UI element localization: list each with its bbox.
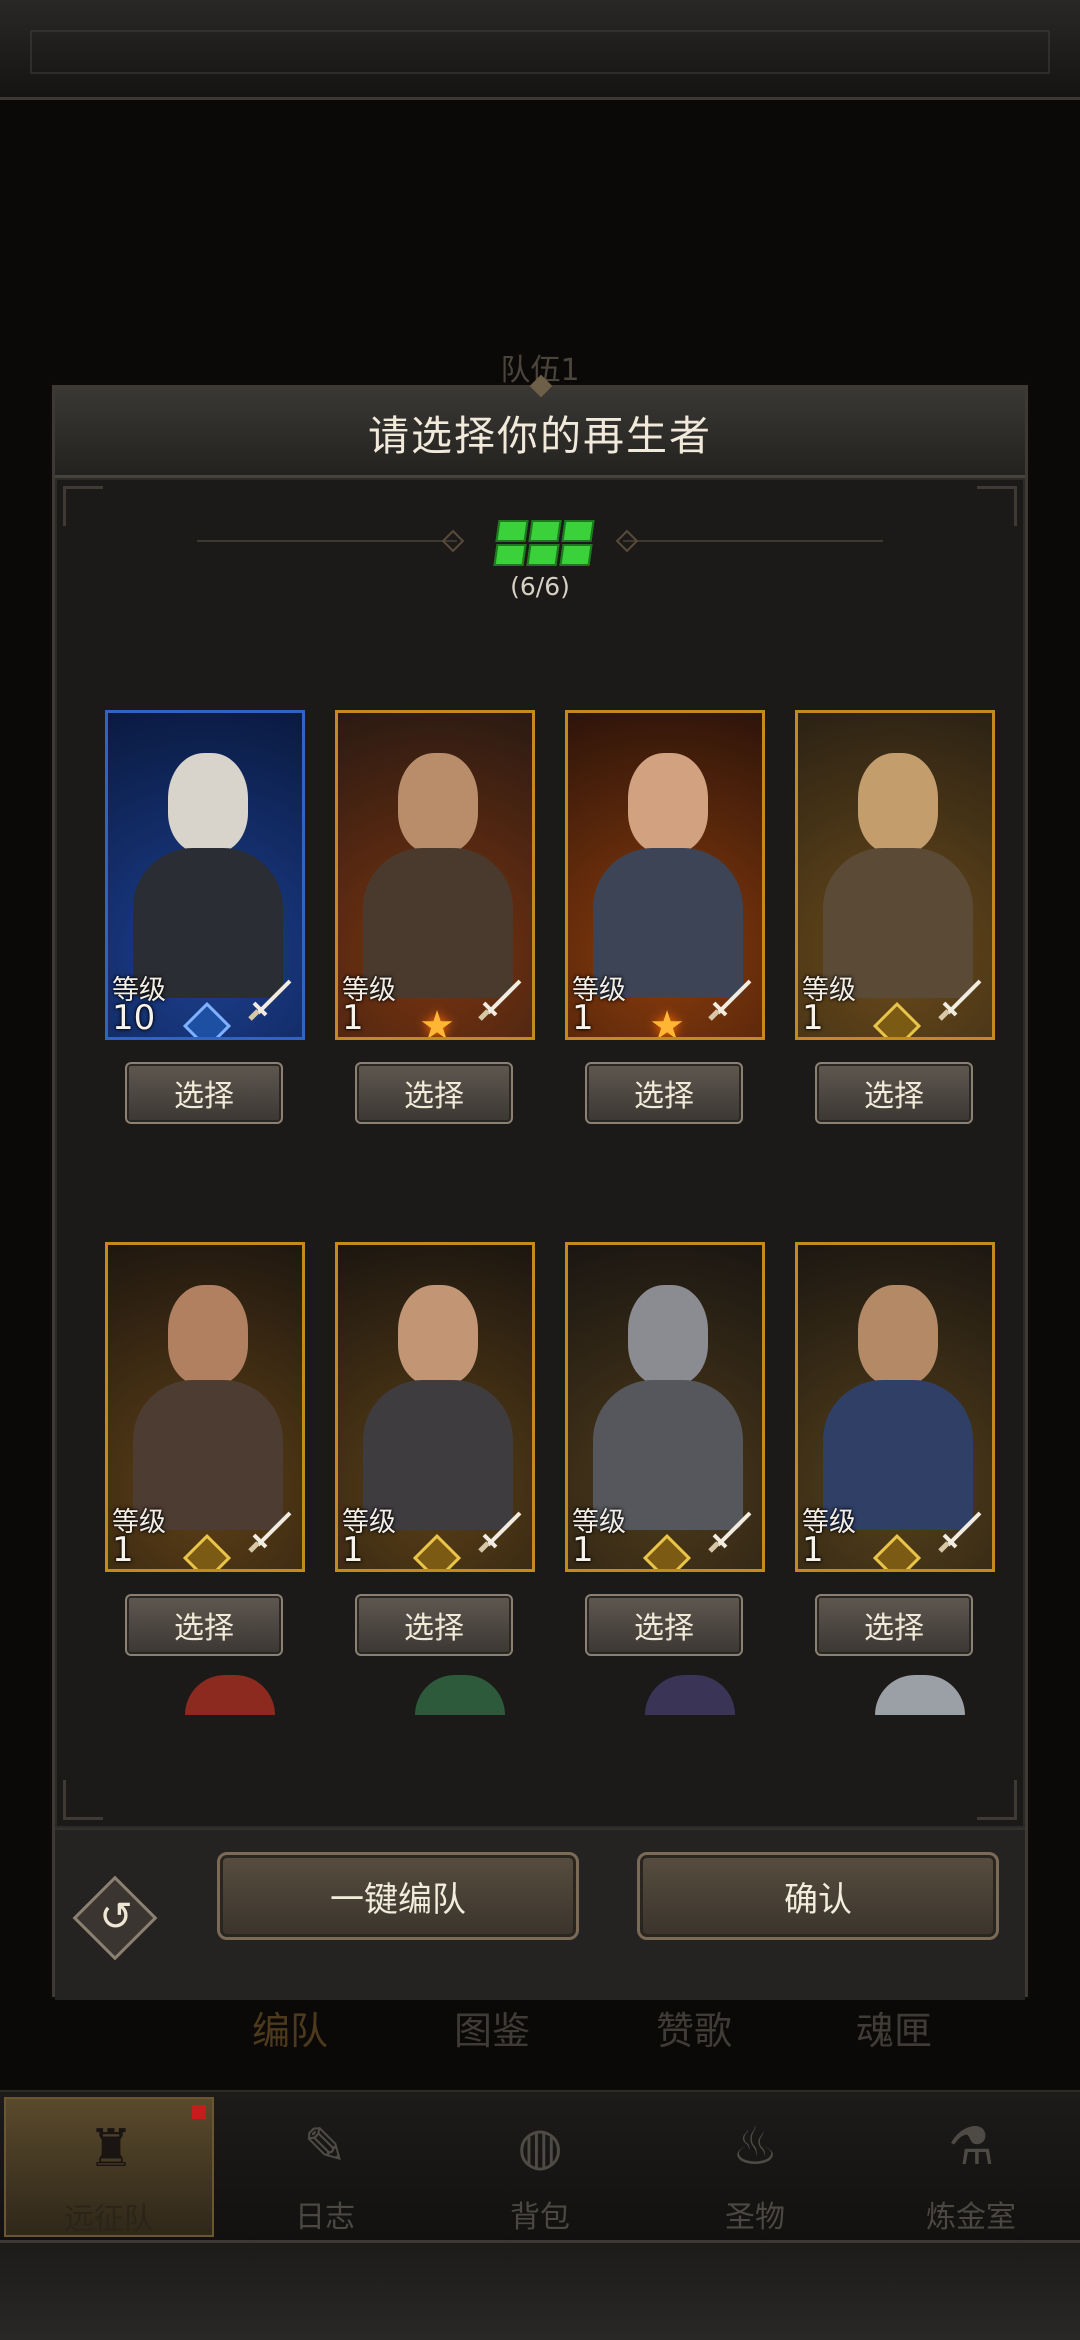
hero-portrait[interactable]: 等级 1 ★: [565, 710, 765, 1040]
hero-card[interactable]: 等级 1 选择: [565, 1242, 765, 1656]
select-button[interactable]: 选择: [585, 1062, 743, 1124]
hero-card-peek: [645, 1675, 735, 1715]
tab-codex[interactable]: 图鉴: [454, 2000, 530, 2055]
bag-icon: ◍: [517, 2117, 563, 2177]
corner-ornament: [977, 1780, 1017, 1820]
hero-card[interactable]: 等级 1 ★ 选择: [335, 710, 535, 1124]
corner-ornament: [977, 486, 1017, 526]
hero-grid-panel[interactable]: (6/6) 等级 10 选择 等级 1 ★ 选择 等级 1 ★ 选择 等级 1 选择 等级 1 选择 等级 1 选择等…: [55, 478, 1025, 1828]
level-value: 10: [112, 998, 156, 1038]
select-button[interactable]: 选择: [815, 1594, 973, 1656]
sword-icon: [938, 1511, 982, 1553]
select-button[interactable]: 选择: [125, 1062, 283, 1124]
nav-label: 日志: [295, 2200, 355, 2235]
hero-figure-head: [628, 753, 708, 853]
hero-portrait[interactable]: 等级 1: [795, 710, 995, 1040]
level-value: 1: [572, 1530, 594, 1570]
undo-icon: ↺: [99, 1894, 133, 1940]
notification-dot: [192, 2105, 206, 2119]
hero-card-peek: [875, 1675, 965, 1715]
hero-figure-head: [168, 1285, 248, 1385]
chalice-icon: ♨: [731, 2117, 779, 2177]
modal-footer: ↺ 一键编队 确认: [55, 1828, 1025, 2000]
divider-line: [623, 540, 883, 542]
hero-portrait[interactable]: 等级 1 ★: [335, 710, 535, 1040]
nav-relics[interactable]: ♨ 圣物: [650, 2097, 860, 2237]
divider-diamond: [441, 529, 465, 553]
sword-icon: [708, 979, 752, 1021]
bottom-frame: [0, 2240, 1080, 2340]
nav-expedition[interactable]: ♜ 远征队: [4, 2097, 214, 2237]
confirm-button[interactable]: 确认: [637, 1852, 999, 1940]
hero-figure-head: [628, 1285, 708, 1385]
rank-star-icon: ★: [649, 1003, 685, 1040]
team-slots-icon: [493, 518, 597, 568]
level-value: 1: [802, 998, 824, 1038]
corner-ornament: [63, 1780, 103, 1820]
hero-card[interactable]: 等级 1 选择: [795, 1242, 995, 1656]
hero-portrait[interactable]: 等级 1: [105, 1242, 305, 1572]
hero-figure-head: [168, 753, 248, 853]
level-value: 1: [112, 1530, 134, 1570]
tab-formation[interactable]: 编队: [252, 2000, 328, 2055]
select-button[interactable]: 选择: [355, 1594, 513, 1656]
select-button[interactable]: 选择: [125, 1594, 283, 1656]
hero-figure-head: [858, 1285, 938, 1385]
hero-portrait[interactable]: 等级 10: [105, 710, 305, 1040]
level-value: 1: [572, 998, 594, 1038]
rank-star-icon: ★: [419, 1003, 455, 1040]
hero-figure-head: [398, 753, 478, 853]
divider-diamond: [615, 529, 639, 553]
nav-bag[interactable]: ◍ 背包: [435, 2097, 645, 2237]
nav-label: 炼金室: [926, 2200, 1016, 2235]
sword-icon: [478, 979, 522, 1021]
divider-line: [197, 540, 457, 542]
hero-figure-head: [858, 753, 938, 853]
sword-icon: [248, 1511, 292, 1553]
nav-alchemy[interactable]: ⚗ 炼金室: [866, 2097, 1076, 2237]
modal-header: 请选择你的再生者: [55, 374, 1025, 478]
hero-figure-head: [398, 1285, 478, 1385]
hero-portrait[interactable]: 等级 1: [335, 1242, 535, 1572]
nav-label: 远征队: [64, 2202, 154, 2237]
hero-card[interactable]: 等级 1 选择: [335, 1242, 535, 1656]
level-value: 1: [802, 1530, 824, 1570]
corner-ornament: [63, 486, 103, 526]
select-button[interactable]: 选择: [815, 1062, 973, 1124]
nav-journal[interactable]: ✎ 日志: [220, 2097, 430, 2237]
scroll-icon: ✎: [303, 2117, 347, 2177]
tab-hymn[interactable]: 赞歌: [656, 2000, 732, 2055]
hero-select-modal: 请选择你的再生者 (6/6) 等级 10 选择 等级 1 ★ 选择 等级 1 ★ 选择 等级 1 选择 等级…: [52, 374, 1028, 2000]
hero-card-peek: [415, 1675, 505, 1715]
hero-card[interactable]: 等级 1 选择: [105, 1242, 305, 1656]
helmet-icon: ♜: [87, 2119, 135, 2179]
hero-card[interactable]: 等级 10 选择: [105, 710, 305, 1124]
bottom-nav: ♜ 远征队 ✎ 日志 ◍ 背包 ♨ 圣物 ⚗ 炼金室: [0, 2090, 1080, 2240]
sword-icon: [938, 979, 982, 1021]
background-tab-bar: 编队 图鉴 赞歌 魂匣: [0, 2000, 1080, 2060]
hero-portrait[interactable]: 等级 1: [565, 1242, 765, 1572]
sword-icon: [708, 1511, 752, 1553]
hero-portrait[interactable]: 等级 1: [795, 1242, 995, 1572]
hero-card-peek: [185, 1675, 275, 1715]
top-frame: [0, 0, 1080, 100]
nav-label: 背包: [510, 2200, 570, 2235]
nav-label: 圣物: [725, 2200, 785, 2235]
alchemy-icon: ⚗: [947, 2117, 995, 2177]
auto-team-button[interactable]: 一键编队: [217, 1852, 579, 1940]
level-value: 1: [342, 1530, 364, 1570]
hero-card[interactable]: 等级 1 选择: [795, 710, 995, 1124]
sword-icon: [478, 1511, 522, 1553]
team-slot-count: (6/6): [510, 572, 570, 601]
level-value: 1: [342, 998, 364, 1038]
select-button[interactable]: 选择: [585, 1594, 743, 1656]
sword-icon: [248, 979, 292, 1021]
modal-title: 请选择你的再生者: [368, 411, 712, 460]
hero-card[interactable]: 等级 1 ★ 选择: [565, 710, 765, 1124]
select-button[interactable]: 选择: [355, 1062, 513, 1124]
tab-soul-box[interactable]: 魂匣: [856, 2000, 932, 2055]
